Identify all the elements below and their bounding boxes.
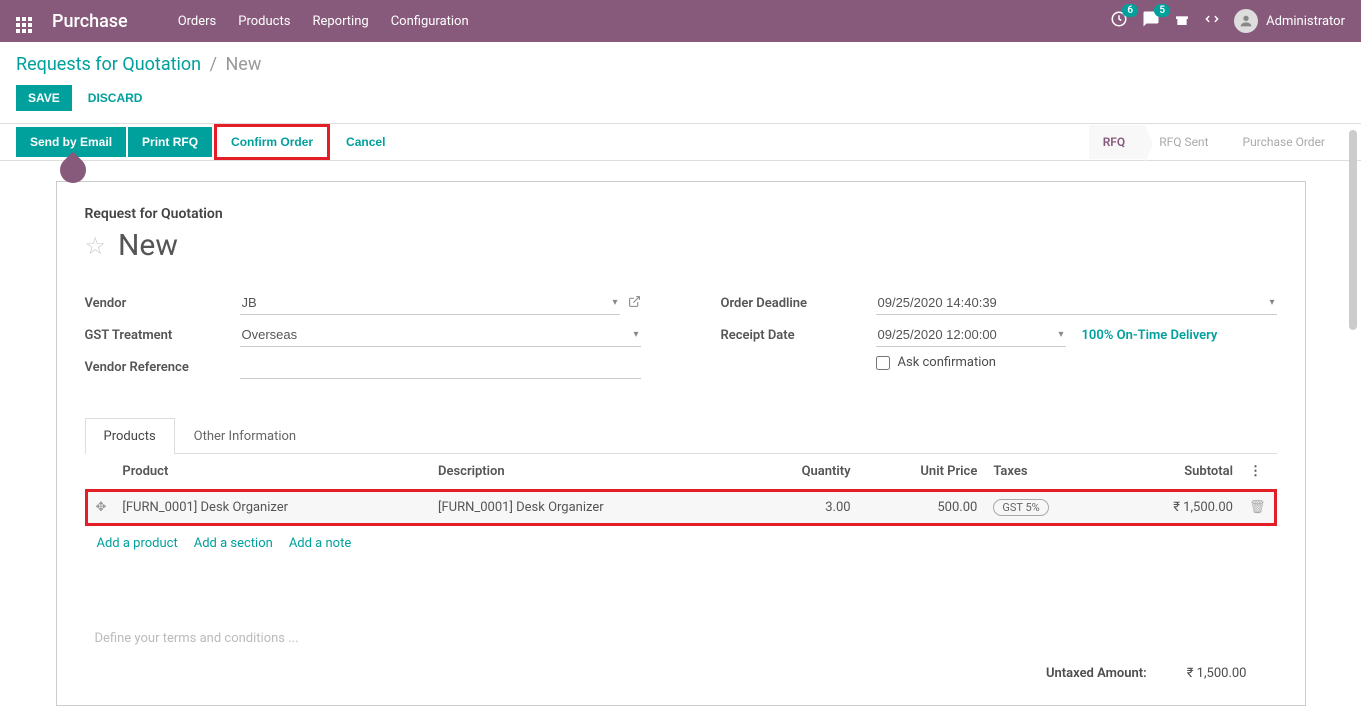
col-quantity: Quantity [746, 454, 859, 491]
cell-product[interactable]: [FURN_0001] Desk Organizer [114, 491, 430, 525]
drag-handle-icon[interactable]: ✥ [96, 500, 107, 515]
topbar-right: 6 5 Administrator [1110, 9, 1345, 33]
tab-products[interactable]: Products [85, 418, 175, 454]
col-product: Product [114, 454, 430, 491]
user-name: Administrator [1266, 14, 1345, 29]
scrollbar-thumb[interactable] [1349, 130, 1357, 330]
messages-badge: 5 [1154, 4, 1170, 17]
stage-purchase-order[interactable]: Purchase Order [1229, 125, 1346, 159]
gift-icon[interactable] [1174, 11, 1190, 31]
label-gst: GST Treatment [85, 328, 240, 343]
breadcrumb-current: New [225, 54, 261, 75]
order-line-row[interactable]: ✥ [FURN_0001] Desk Organizer [FURN_0001]… [86, 491, 1275, 525]
stage-tracker: RFQ RFQ Sent Purchase Order [1089, 125, 1345, 159]
cell-qty[interactable]: 3.00 [746, 491, 859, 525]
breadcrumb: Requests for Quotation / New [16, 54, 1345, 75]
nav-menu: Orders Products Reporting Configuration [178, 14, 469, 29]
tab-other-info[interactable]: Other Information [175, 418, 315, 454]
external-link-icon[interactable] [628, 295, 641, 312]
add-section-link[interactable]: Add a section [194, 536, 273, 551]
view-header: Requests for Quotation / New Save Discar… [0, 42, 1361, 111]
col-unit-price: Unit Price [859, 454, 986, 491]
discard-button[interactable]: Discard [76, 85, 155, 111]
cell-price[interactable]: 500.00 [859, 491, 986, 525]
confirm-order-button[interactable]: Confirm Order [214, 124, 330, 160]
untaxed-value: ₹ 1,500.00 [1187, 666, 1247, 681]
record-title: New [118, 228, 178, 263]
stage-rfq[interactable]: RFQ [1089, 125, 1146, 159]
app-title[interactable]: Purchase [52, 11, 128, 32]
add-note-link[interactable]: Add a note [289, 536, 351, 551]
totals: Untaxed Amount: ₹ 1,500.00 [85, 656, 1277, 681]
tax-pill: GST 5% [993, 499, 1048, 516]
favorite-star-icon[interactable]: ☆ [85, 232, 107, 260]
nav-orders[interactable]: Orders [178, 14, 217, 29]
ask-confirmation-label: Ask confirmation [898, 355, 997, 370]
topbar: Purchase Orders Products Reporting Confi… [0, 0, 1361, 42]
add-product-link[interactable]: Add a product [97, 536, 178, 551]
delete-row-icon[interactable]: 🗑 [1249, 500, 1266, 515]
save-button[interactable]: Save [16, 85, 72, 111]
user-menu[interactable]: Administrator [1234, 9, 1345, 33]
untaxed-label: Untaxed Amount: [1046, 666, 1147, 681]
tabs: Products Other Information [85, 417, 1277, 454]
cancel-button[interactable]: Cancel [332, 127, 399, 157]
cell-taxes[interactable]: GST 5% [985, 491, 1109, 525]
activities-badge: 6 [1122, 4, 1138, 17]
col-description: Description [430, 454, 746, 491]
gst-treatment-select[interactable] [240, 323, 641, 347]
cell-subtotal: ₹ 1,500.00 [1109, 491, 1241, 525]
print-rfq-button[interactable]: Print RFQ [128, 127, 212, 157]
vendor-input[interactable] [240, 291, 620, 315]
cell-description[interactable]: [FURN_0001] Desk Organizer [430, 491, 746, 525]
on-time-delivery-link[interactable]: 100% On-Time Delivery [1082, 328, 1218, 343]
label-vendor: Vendor [85, 296, 240, 311]
col-taxes: Taxes [985, 454, 1109, 491]
form-wrap: Request for Quotation ☆ New Vendor ▾ [0, 161, 1361, 706]
stage-rfq-sent[interactable]: RFQ Sent [1145, 125, 1228, 159]
activities-icon[interactable]: 6 [1110, 10, 1128, 32]
apps-icon[interactable] [16, 10, 32, 33]
nav-configuration[interactable]: Configuration [391, 14, 469, 29]
messages-icon[interactable]: 5 [1142, 10, 1160, 32]
ask-confirmation-checkbox[interactable] [876, 356, 890, 370]
order-lines-table: Product Description Quantity Unit Price … [85, 454, 1277, 526]
statusbar: Send by Email Print RFQ Confirm Order Ca… [0, 123, 1361, 161]
label-deadline: Order Deadline [721, 296, 876, 311]
nav-products[interactable]: Products [238, 14, 290, 29]
nav-reporting[interactable]: Reporting [312, 14, 368, 29]
col-subtotal: Subtotal [1109, 454, 1241, 491]
breadcrumb-parent[interactable]: Requests for Quotation [16, 54, 201, 75]
debug-icon[interactable] [1204, 11, 1220, 31]
form-subtitle: Request for Quotation [85, 206, 1277, 222]
breadcrumb-sep: / [210, 54, 217, 75]
order-deadline-input[interactable] [876, 291, 1277, 315]
receipt-date-input[interactable] [876, 323, 1066, 347]
vendor-ref-input[interactable] [240, 355, 641, 379]
avatar-icon [1234, 9, 1258, 33]
label-receipt: Receipt Date [721, 328, 876, 343]
label-vendor-ref: Vendor Reference [85, 360, 240, 375]
col-kebab[interactable]: ⋮ [1241, 454, 1275, 491]
terms-placeholder[interactable]: Define your terms and conditions ... [85, 611, 1277, 656]
form-sheet: Request for Quotation ☆ New Vendor ▾ [56, 181, 1306, 706]
